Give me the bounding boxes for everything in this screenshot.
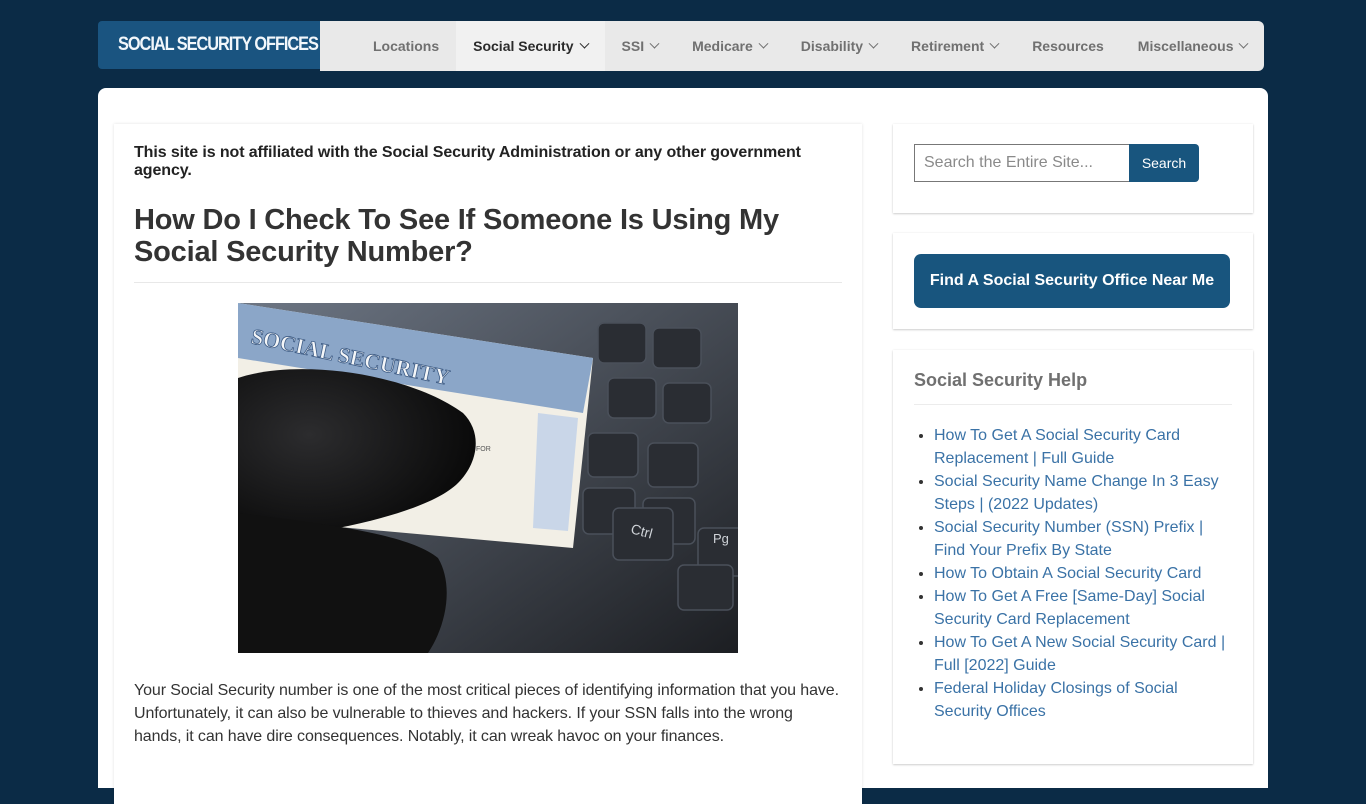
article: This site is not affiliated with the Soc… [114,124,862,804]
chevron-down-icon [989,38,1000,49]
chevron-down-icon [868,38,879,49]
chevron-down-icon [649,38,660,49]
intro-paragraph: Your Social Security number is one of th… [134,682,839,745]
nav-social-security[interactable]: Social Security [456,21,605,71]
sidebar-help-widget: Social Security Help How To Get A Social… [893,350,1253,764]
nav-disability[interactable]: Disability [784,21,894,71]
chevron-down-icon [758,38,769,49]
sidebar-search-widget: Search [893,124,1253,213]
search-input[interactable] [914,144,1129,182]
hero-illustration: Ctrl Pg SOCIAL SECURITY FOR [238,303,738,653]
page-container: This site is not affiliated with the Soc… [98,88,1268,804]
help-link[interactable]: How To Get A Social Security Card Replac… [934,427,1180,467]
nav-label: Miscellaneous [1137,38,1234,54]
nav-label: Locations [373,38,440,54]
list-item: Social Security Name Change In 3 Easy St… [934,470,1234,516]
list-item: How To Get A Free [Same-Day] Social Secu… [934,585,1234,631]
nav-miscellaneous[interactable]: Miscellaneous [1121,21,1265,71]
card-for: FOR [476,446,491,453]
key-pg: Pg [713,531,729,546]
main-nav: Locations Social Security SSI Medicare D… [320,21,1265,71]
list-item: How To Obtain A Social Security Card [934,562,1234,585]
nav-label: Resources [1032,38,1104,54]
nav-locations[interactable]: Locations [356,21,456,71]
logo-text: SOCIAL SECURITY OFFICES [118,34,319,55]
hero-image: Ctrl Pg SOCIAL SECURITY FOR [238,303,738,653]
nav-label: SSI [621,38,645,54]
find-office-button[interactable]: Find A Social Security Office Near Me [914,254,1230,308]
chevron-down-icon [579,38,589,49]
nav-label: Disability [800,38,864,54]
help-links: How To Get A Social Security Card Replac… [934,424,1234,723]
help-link[interactable]: How To Obtain A Social Security Card [934,565,1201,582]
chevron-down-icon [1239,38,1249,49]
sidebar-cta-widget: Find A Social Security Office Near Me [893,233,1253,329]
list-item: Federal Holiday Closings of Social Secur… [934,677,1234,723]
search-button[interactable]: Search [1129,144,1199,182]
nav-label: Social Security [473,38,574,54]
nav-medicare[interactable]: Medicare [675,21,784,71]
help-link[interactable]: Federal Holiday Closings of Social Secur… [934,680,1178,720]
help-link[interactable]: Social Security Name Change In 3 Easy St… [934,473,1219,513]
list-item: Social Security Number (SSN) Prefix | Fi… [934,516,1234,562]
disclaimer: This site is not affiliated with the Soc… [134,144,801,179]
search-form: Search [914,144,1199,182]
site-header: SOCIAL SECURITY OFFICES Locations Social… [98,21,1265,71]
page-title: How Do I Check To See If Someone Is Usin… [134,204,842,283]
help-title: Social Security Help [914,370,1232,405]
nav-resources[interactable]: Resources [1015,21,1121,71]
list-item: How To Get A New Social Security Card | … [934,631,1234,677]
list-item: How To Get A Social Security Card Replac… [934,424,1234,470]
nav-label: Medicare [692,38,753,54]
help-link[interactable]: How To Get A New Social Security Card | … [934,634,1225,674]
nav-retirement[interactable]: Retirement [894,21,1015,71]
help-link[interactable]: Social Security Number (SSN) Prefix | Fi… [934,519,1203,559]
nav-label: Retirement [911,38,985,54]
site-logo[interactable]: SOCIAL SECURITY OFFICES [98,21,320,69]
nav-ssi[interactable]: SSI [605,21,676,71]
help-link[interactable]: How To Get A Free [Same-Day] Social Secu… [934,588,1205,628]
